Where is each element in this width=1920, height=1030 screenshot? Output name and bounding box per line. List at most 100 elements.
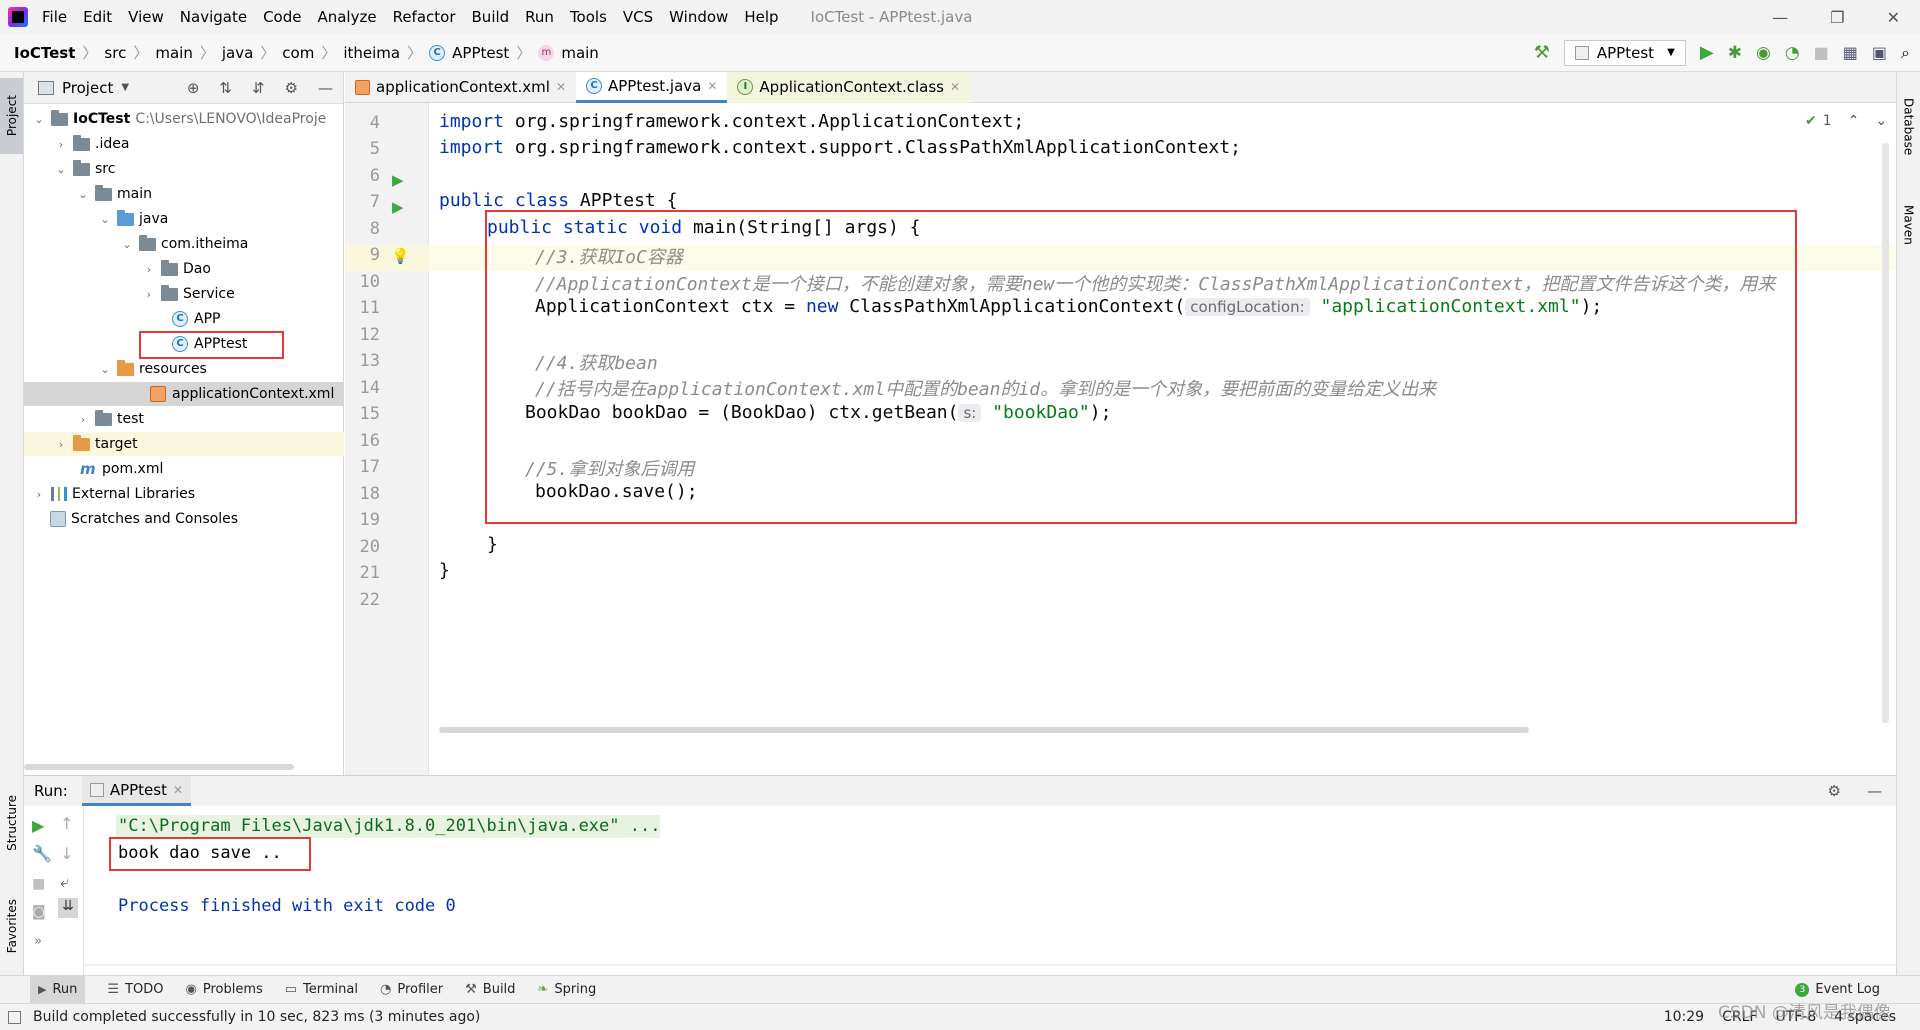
tool-window-database[interactable]: Database — [1897, 84, 1920, 170]
chevron-right-icon[interactable]: › — [142, 263, 156, 276]
menu-vcs[interactable]: VCS — [623, 8, 653, 26]
editor-hscrollbar[interactable] — [439, 727, 1529, 733]
tool-window-structure[interactable]: Structure — [0, 778, 23, 868]
wrench-icon[interactable]: 🔧 — [32, 844, 52, 863]
locate-icon[interactable]: ⊕ — [187, 79, 200, 97]
tree-item-pom[interactable]: m pom.xml — [80, 459, 163, 479]
menu-tools[interactable]: Tools — [570, 8, 607, 26]
chevron-right-icon[interactable]: › — [54, 438, 68, 451]
hide-icon[interactable]: — — [318, 79, 333, 97]
run-icon[interactable]: ▶ — [1700, 42, 1714, 63]
minimize-icon[interactable]: — — [1772, 8, 1788, 27]
breadcrumb-method[interactable]: main — [561, 44, 598, 62]
chevron-down-icon[interactable]: ⌄ — [98, 363, 112, 376]
breadcrumb-com[interactable]: com — [282, 44, 314, 62]
camera-icon[interactable]: ◙ — [32, 904, 46, 920]
inspection-widget[interactable]: ✔ 1 ⌃ ⌄ — [1805, 111, 1887, 131]
scroll-to-end-icon[interactable]: ⇊ — [58, 898, 78, 918]
menu-file[interactable]: File — [42, 8, 67, 26]
scroll-up-icon[interactable]: ↑ — [60, 814, 73, 833]
menu-refactor[interactable]: Refactor — [393, 8, 456, 26]
window-icon[interactable]: ▣ — [1872, 43, 1887, 62]
tree-item-resources[interactable]: ⌄ resources — [98, 359, 207, 379]
bottom-tab-problems[interactable]: ◉ Problems — [185, 982, 262, 997]
soft-wrap-icon[interactable]: ⤶ — [60, 872, 69, 892]
tool-window-maven[interactable]: Maven — [1897, 190, 1920, 260]
tree-item-test[interactable]: › test — [76, 409, 144, 429]
breadcrumb-class[interactable]: APPtest — [452, 44, 509, 62]
bottom-tab-spring[interactable]: ❧ Spring — [537, 982, 596, 997]
chevron-down-icon[interactable]: ⌄ — [76, 188, 90, 201]
event-log-button[interactable]: 3 Event Log — [1795, 982, 1880, 997]
chevron-right-icon[interactable]: › — [76, 413, 90, 426]
chevron-down-icon[interactable]: ⌄ — [1875, 113, 1887, 129]
bottom-tab-todo[interactable]: ☰ TODO — [107, 982, 163, 997]
bottom-tab-build[interactable]: ⚒ Build — [465, 982, 515, 997]
stop-icon[interactable]: ■ — [32, 876, 45, 892]
close-icon[interactable]: ✕ — [1887, 8, 1900, 27]
hide-icon[interactable]: — — [1867, 782, 1882, 800]
profile-icon[interactable]: ◔ — [1785, 43, 1800, 63]
chevron-right-icon[interactable]: › — [142, 288, 156, 301]
menu-run[interactable]: Run — [525, 8, 554, 26]
coverage-icon[interactable]: ◉ — [1756, 43, 1771, 63]
more-icon[interactable]: » — [34, 934, 42, 949]
menu-view[interactable]: View — [128, 8, 164, 26]
chevron-down-icon[interactable]: ⌄ — [120, 238, 134, 251]
chevron-right-icon[interactable]: › — [54, 138, 68, 151]
breadcrumb-java[interactable]: java — [222, 44, 253, 62]
status-toggle-icon[interactable] — [8, 1010, 21, 1024]
close-tab-icon[interactable]: ✕ — [707, 79, 717, 93]
menu-window[interactable]: Window — [669, 8, 728, 26]
run-method-icon[interactable]: ▶ — [392, 198, 404, 216]
close-tab-icon[interactable]: ✕ — [950, 80, 960, 94]
build-hammer-icon[interactable]: ⚒ — [1534, 42, 1550, 63]
search-icon[interactable]: ⌕ — [1901, 43, 1910, 63]
tool-window-favorites[interactable]: Favorites — [0, 880, 23, 972]
tool-window-project[interactable]: Project — [0, 78, 23, 154]
stop-icon[interactable]: ■ — [1814, 43, 1829, 62]
close-tab-icon[interactable]: ✕ — [556, 80, 566, 94]
editor[interactable]: 4 5 6 7 8 9 10 11 12 13 14 15 16 17 18 1… — [345, 103, 1896, 775]
chevron-up-icon[interactable]: ⌃ — [1848, 113, 1860, 129]
chevron-down-icon[interactable]: ⌄ — [32, 113, 46, 126]
breadcrumb-project[interactable]: IoCTest — [14, 44, 75, 62]
debug-icon[interactable]: ✱ — [1728, 43, 1742, 63]
collapse-all-icon[interactable]: ⇵ — [252, 79, 265, 97]
breadcrumb-src[interactable]: src — [104, 44, 126, 62]
menu-help[interactable]: Help — [744, 8, 778, 26]
tab-application-context-class[interactable]: I ApplicationContext.class ✕ — [727, 71, 971, 103]
menu-build[interactable]: Build — [472, 8, 510, 26]
menu-code[interactable]: Code — [263, 8, 301, 26]
tab-apptest-java[interactable]: C APPtest.java ✕ — [576, 71, 728, 103]
bottom-tab-terminal[interactable]: ▭ Terminal — [285, 982, 358, 997]
tree-item-service[interactable]: › Service — [142, 284, 235, 304]
run-config-select[interactable]: APPtest ▼ — [1563, 39, 1686, 66]
expand-all-icon[interactable]: ⇅ — [219, 79, 232, 97]
menu-navigate[interactable]: Navigate — [180, 8, 247, 26]
run-class-icon[interactable]: ▶ — [392, 171, 404, 189]
breadcrumb-itheima[interactable]: itheima — [343, 44, 400, 62]
tree-item-main[interactable]: ⌄ main — [76, 184, 152, 204]
restore-icon[interactable]: ❐ — [1830, 8, 1844, 27]
menu-analyze[interactable]: Analyze — [317, 8, 376, 26]
bottom-tab-run[interactable]: ▶ Run — [30, 975, 86, 1004]
tree-item-scratches[interactable]: Scratches and Consoles — [50, 509, 238, 529]
rerun-icon[interactable]: ▶ — [32, 816, 44, 835]
tree-item-java[interactable]: ⌄ java — [98, 209, 168, 229]
tree-item-app[interactable]: C APP — [172, 309, 220, 329]
gear-icon[interactable]: ⚙ — [1828, 782, 1841, 800]
tree-item-package[interactable]: ⌄ com.itheima — [120, 234, 248, 254]
chevron-right-icon[interactable]: › — [32, 488, 46, 501]
intention-bulb-icon[interactable]: 💡 — [391, 247, 410, 265]
menu-edit[interactable]: Edit — [83, 8, 112, 26]
chevron-down-icon[interactable]: ▼ — [121, 82, 129, 93]
chevron-down-icon[interactable]: ⌄ — [98, 213, 112, 226]
project-hscrollbar[interactable] — [24, 764, 294, 770]
tree-root[interactable]: ⌄ IoCTest C:\Users\LENOVO\IdeaProje — [32, 109, 326, 129]
tree-item-application-context[interactable]: applicationContext.xml — [150, 384, 334, 404]
scroll-down-icon[interactable]: ↓ — [60, 844, 73, 863]
editor-vscrollbar[interactable] — [1882, 143, 1889, 723]
run-tab-apptest[interactable]: APPtest ✕ — [81, 776, 192, 806]
breadcrumb-main[interactable]: main — [155, 44, 192, 62]
